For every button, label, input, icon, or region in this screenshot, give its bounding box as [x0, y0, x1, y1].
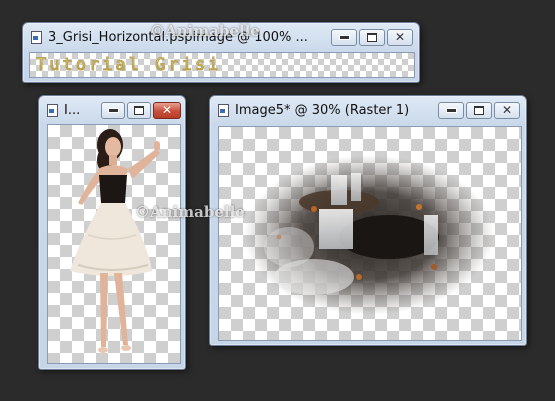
minimize-button[interactable]	[331, 28, 357, 46]
banner-canvas[interactable]: Tutorial Grisi	[29, 52, 415, 78]
watermark: ©Animabelle	[135, 203, 245, 221]
image5-canvas[interactable]	[218, 126, 522, 341]
banner-text: Tutorial Grisi	[30, 53, 414, 77]
image5-titlebar[interactable]: Image5* @ 30% (Raster 1) ✕	[210, 96, 526, 124]
maximize-button[interactable]	[127, 101, 151, 119]
maximize-icon	[474, 105, 484, 115]
woman-canvas[interactable]	[47, 124, 181, 364]
maximize-icon	[367, 32, 377, 42]
minimize-icon	[338, 34, 350, 40]
close-icon: ✕	[501, 103, 513, 117]
minimize-button[interactable]	[438, 101, 464, 119]
close-icon: ✕	[394, 30, 406, 44]
woman-figure	[70, 129, 160, 353]
watermark: ©Animabelle	[150, 22, 260, 40]
woman-window-title: I...	[64, 102, 81, 118]
close-button[interactable]: ✕	[387, 28, 413, 46]
document-icon	[31, 30, 42, 44]
maximize-button[interactable]	[359, 28, 385, 46]
minimize-icon	[445, 107, 457, 113]
woman-window[interactable]: I... ✕	[38, 95, 186, 370]
minimize-icon	[107, 107, 119, 113]
image5-window[interactable]: Image5* @ 30% (Raster 1) ✕	[209, 95, 527, 346]
waterfall-image	[244, 155, 494, 315]
close-button[interactable]: ✕	[153, 101, 181, 119]
document-icon	[47, 103, 58, 117]
maximize-button[interactable]	[466, 101, 492, 119]
woman-titlebar[interactable]: I... ✕	[39, 96, 185, 124]
image5-window-title: Image5* @ 30% (Raster 1)	[235, 102, 410, 118]
document-icon	[218, 103, 229, 117]
close-icon: ✕	[161, 103, 173, 117]
maximize-icon	[134, 105, 144, 115]
minimize-button[interactable]	[101, 101, 125, 119]
close-button[interactable]: ✕	[494, 101, 520, 119]
